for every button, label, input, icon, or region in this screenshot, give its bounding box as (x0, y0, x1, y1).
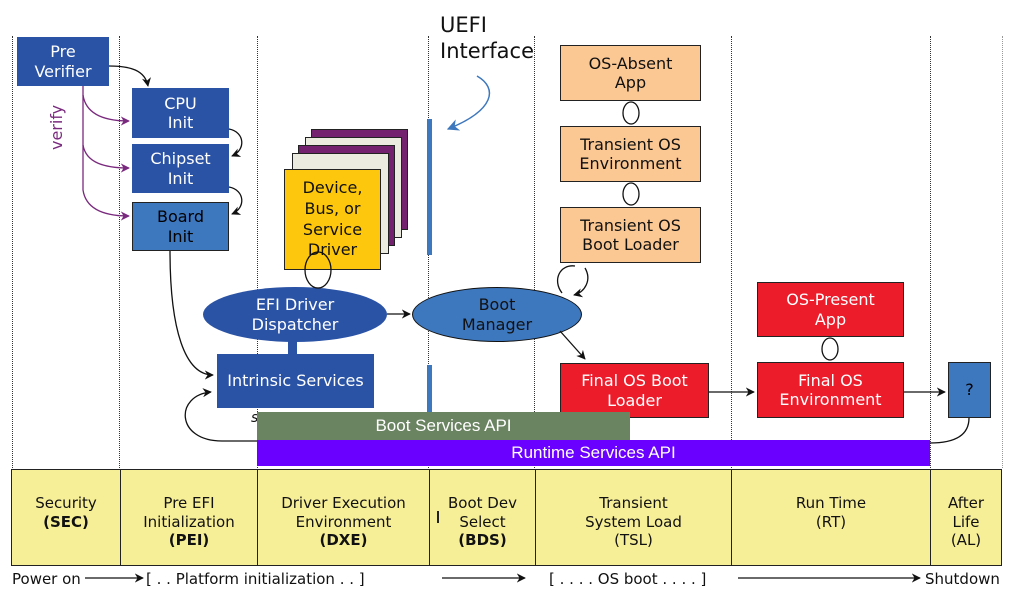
uefi-title-line2: Interface (440, 39, 535, 64)
phase-rt-name: Run Time (795, 494, 867, 513)
after-life-unknown-block: ? (948, 362, 991, 418)
phase-divider-sec-pei (119, 36, 120, 468)
phase-pei-name: Pre EFI Initialization (143, 494, 235, 531)
transient-os-boot-loader-block: Transient OS Boot Loader (560, 207, 701, 263)
phase-bds: Boot Dev Select (BDS) (430, 470, 536, 565)
phase-dxe-name: Driver Execution Environment (281, 494, 406, 531)
os-absent-app-block: OS-Absent App (560, 45, 701, 101)
uefi-pointer-arrow (446, 75, 491, 131)
uefi-interface-title: UEFI Interface (440, 12, 534, 65)
timeline-platform-init: [ . . Platform initialization . . ] (146, 570, 365, 588)
chipset-init-block: Chipset Init (132, 144, 229, 193)
phase-bds-abbr: (BDS) (458, 530, 507, 549)
phase-table: Security (SEC) Pre EFI Initialization (P… (11, 469, 1002, 566)
phase-al-abbr: (AL) (950, 530, 982, 549)
arrow-chipset-to-board (228, 186, 243, 215)
device-bus-service-driver-block: Device, Bus, or Service Driver (284, 169, 381, 270)
phase-pei: Pre EFI Initialization (PEI) (121, 470, 258, 565)
phase-divider-tsl-rt (731, 36, 732, 468)
phase-al-name: After Life (947, 494, 985, 531)
phase-divider-al-right (1002, 36, 1003, 468)
arrow-unknown-to-runtime (929, 417, 970, 444)
board-init-block: Board Init (132, 202, 229, 251)
pre-verifier-block: Pre Verifier (17, 37, 109, 86)
verify-arrow-cpu (82, 86, 130, 126)
phase-tsl-abbr: (TSL) (614, 530, 653, 549)
arrow-cpu-to-chipset (228, 128, 243, 157)
phase-dxe-abbr: (DXE) (319, 530, 368, 549)
phase-tsl-name: Transient System Load (585, 494, 682, 531)
uefi-interface-bar-lower (427, 365, 432, 413)
loop-bootmanager-transient (557, 265, 576, 294)
final-os-boot-loader-block: Final OS Boot Loader (560, 363, 709, 418)
phase-sec: Security (SEC) (12, 470, 121, 565)
intrinsic-services-block: Intrinsic Services (217, 354, 374, 408)
phase-divider-rt-al (930, 36, 931, 468)
timeline-os-boot: [ . . . . OS boot . . . . ] (549, 570, 707, 588)
verify-arrow-board (82, 145, 130, 221)
phase-dxe: Driver Execution Environment (DXE) (258, 470, 430, 565)
phase-divider-bds-tsl (534, 36, 535, 468)
verify-label: verify (47, 104, 66, 150)
cpu-init-block: CPU Init (132, 88, 229, 138)
transient-os-environment-block: Transient OS Environment (560, 126, 701, 182)
loop-absent-transient-env (622, 101, 640, 125)
phase-sec-abbr: (SEC) (43, 512, 89, 531)
boot-manager: Boot Manager (412, 287, 582, 342)
timeline-power-on: Power on (12, 570, 81, 588)
phase-rt: Run Time (RT) (732, 470, 931, 565)
loop-transient-env-loader (622, 182, 640, 206)
os-present-app-block: OS-Present App (757, 282, 904, 337)
phase-tsl: Transient System Load (TSL) (536, 470, 732, 565)
phase-sec-name: Security (35, 494, 97, 513)
boot-services-api-bar: Boot Services API (257, 412, 630, 440)
phase-pei-abbr: (PEI) (168, 530, 210, 549)
phase-rt-abbr: (RT) (815, 512, 847, 531)
uefi-title-line1: UEFI (440, 13, 487, 37)
arrow-preverifier-to-cpu (108, 65, 151, 87)
runtime-services-api-bar: Runtime Services API (257, 440, 930, 466)
uefi-interface-bar-upper (427, 119, 432, 255)
timeline-shutdown: Shutdown (925, 570, 1000, 588)
arrow-bootmanager-to-final-loader (559, 330, 586, 360)
final-os-environment-block: Final OS Environment (757, 362, 904, 418)
phase-divider-sec-left (12, 36, 13, 468)
phase-bds-name: Boot Dev Select (448, 494, 517, 531)
loop-os-present-final-env (821, 337, 839, 361)
bds-cursor-mark (437, 511, 439, 523)
verify-arrow-chipset (82, 95, 130, 173)
phase-al: After Life (AL) (931, 470, 1001, 565)
efi-driver-dispatcher: EFI Driver Dispatcher (203, 287, 387, 342)
